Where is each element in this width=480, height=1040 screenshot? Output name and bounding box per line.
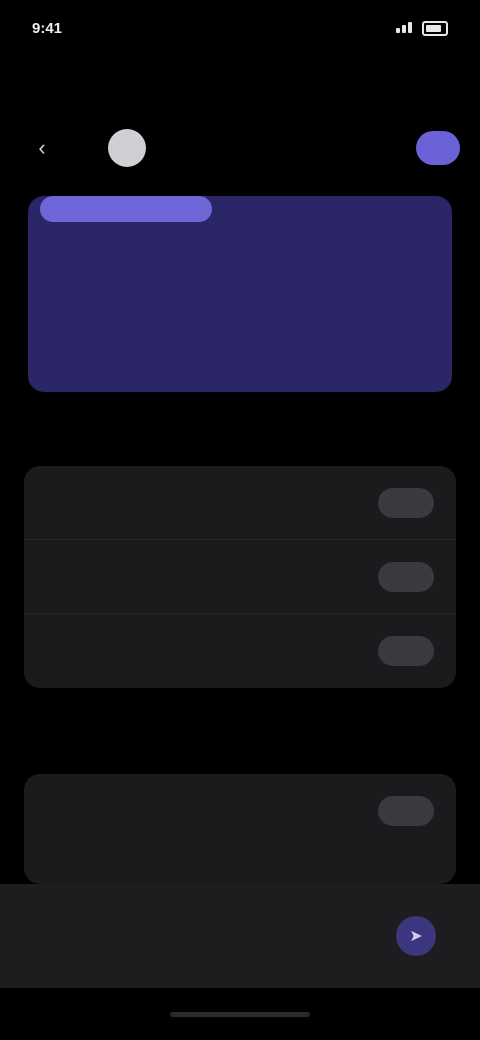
back-button[interactable]: ‹ bbox=[24, 130, 60, 166]
signal-icon bbox=[396, 20, 414, 37]
list-item-button[interactable] bbox=[378, 561, 434, 592]
chevron-left-icon: ‹ bbox=[38, 135, 46, 160]
avatar[interactable] bbox=[108, 129, 146, 167]
list-item-button[interactable] bbox=[378, 636, 434, 666]
list-card-1 bbox=[24, 466, 456, 688]
hero-pill bbox=[40, 196, 212, 222]
primary-action-button[interactable] bbox=[416, 131, 460, 165]
home-indicator bbox=[170, 1012, 310, 1017]
battery-icon bbox=[422, 20, 448, 36]
list-item-button[interactable] bbox=[378, 487, 434, 518]
list-item[interactable] bbox=[24, 614, 456, 688]
list-item[interactable] bbox=[24, 540, 456, 614]
list-item-button[interactable] bbox=[378, 796, 434, 826]
hero-card[interactable] bbox=[28, 196, 452, 392]
send-button[interactable]: ➤ bbox=[396, 916, 436, 956]
list-item[interactable] bbox=[24, 774, 456, 848]
composer-bar: ➤ bbox=[0, 884, 480, 988]
toolbar: ‹ bbox=[24, 122, 460, 174]
list-item[interactable] bbox=[24, 466, 456, 540]
status-bar: 9:41 bbox=[0, 0, 480, 56]
status-time: 9:41 bbox=[32, 19, 63, 37]
list-card-2 bbox=[24, 774, 456, 884]
send-icon: ➤ bbox=[409, 928, 423, 945]
status-icons bbox=[396, 20, 448, 37]
